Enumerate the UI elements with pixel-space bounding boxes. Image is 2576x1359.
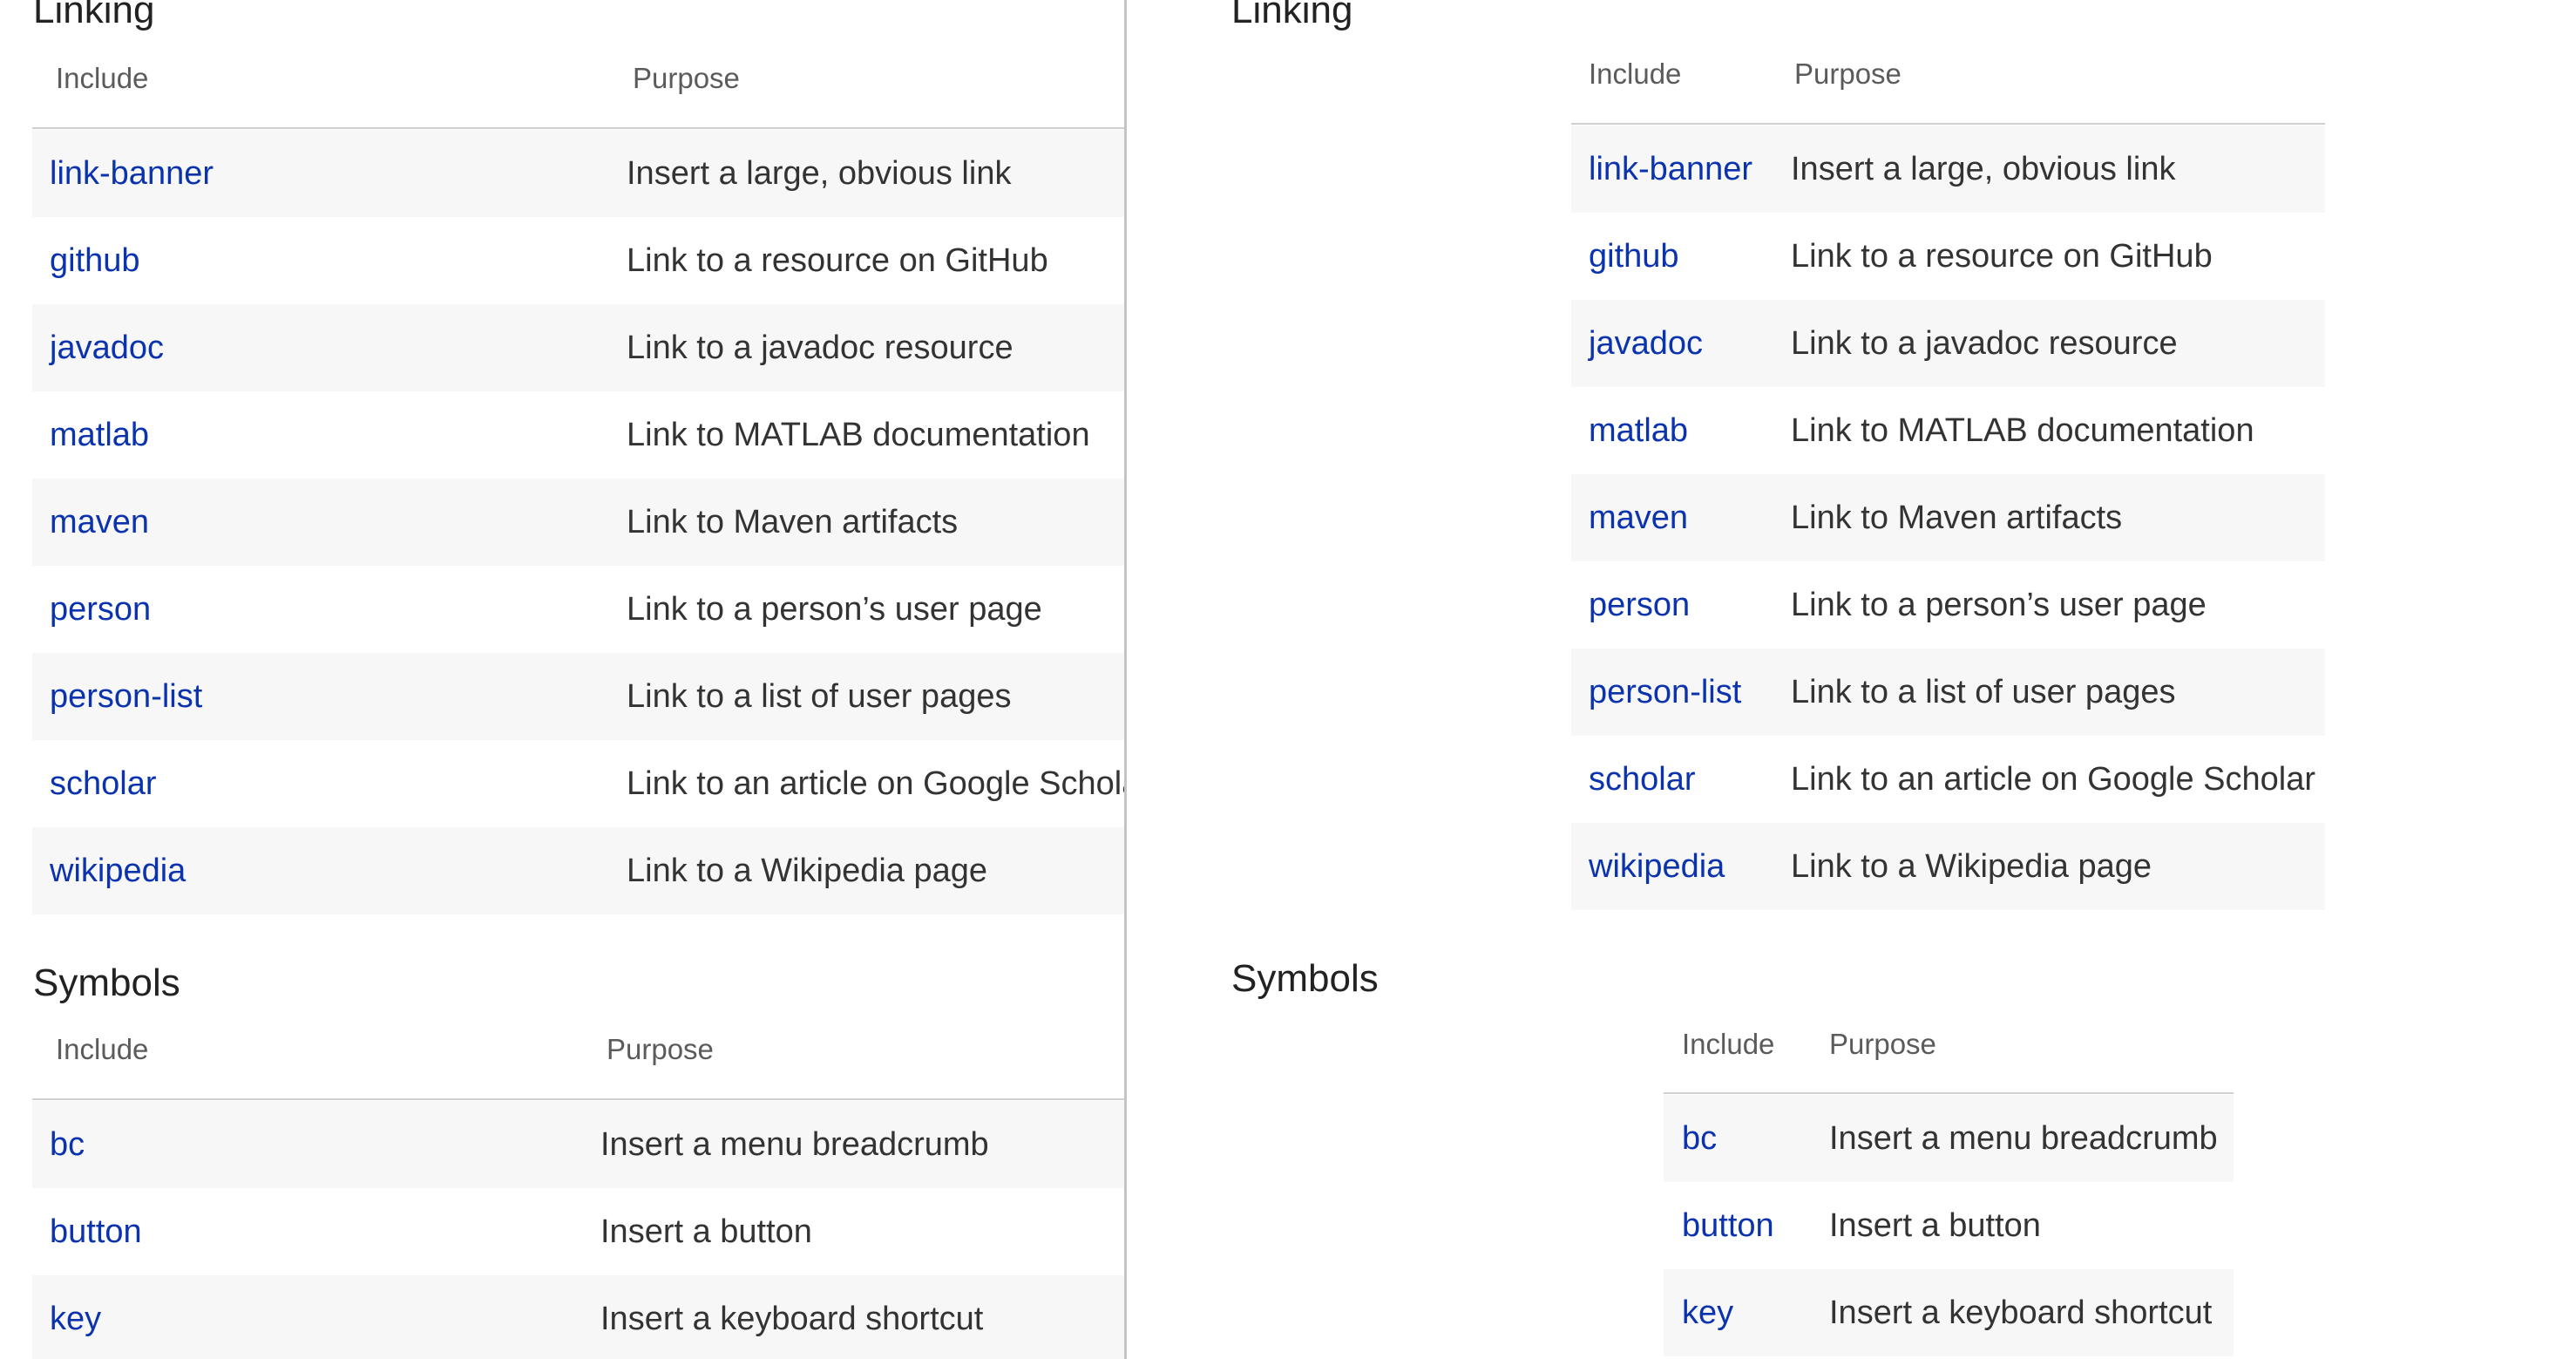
include-link[interactable]: matlab — [1589, 387, 1688, 474]
table-row: wikipedia Link to a Wikipedia page — [1571, 823, 2325, 910]
purpose-text: Insert a large, obvious link — [627, 155, 1012, 192]
include-link[interactable]: maven — [50, 479, 149, 566]
purpose-text: Link to a javadoc resource — [1791, 325, 2178, 362]
purpose-text: Link to a list of user pages — [1791, 674, 2176, 710]
table-row: maven Link to Maven artifacts — [32, 479, 1124, 566]
include-link[interactable]: key — [1682, 1269, 1733, 1356]
include-link[interactable]: key — [50, 1275, 101, 1359]
table-row: button Insert a button — [1664, 1182, 2234, 1269]
column-header-include: Include — [56, 1033, 149, 1065]
purpose-text: Link to a Wikipedia page — [1791, 848, 2152, 885]
column-header-purpose: Purpose — [1794, 58, 1901, 90]
table-row: javadoc Link to a javadoc resource — [1571, 300, 2325, 387]
symbols-heading: Symbols — [1231, 957, 1379, 1000]
include-link[interactable]: javadoc — [1589, 300, 1703, 387]
include-link[interactable]: person-list — [1589, 649, 1741, 736]
include-link[interactable]: github — [50, 217, 140, 304]
header-rule — [1571, 123, 2325, 125]
purpose-text: Link to an article on Google Scholar — [1791, 761, 2316, 798]
include-link[interactable]: wikipedia — [50, 827, 186, 914]
purpose-text: Link to a javadoc resource — [627, 330, 1013, 366]
purpose-text: Link to a resource on GitHub — [627, 242, 1048, 279]
table-row: wikipedia Link to a Wikipedia page — [32, 827, 1124, 914]
include-link[interactable]: button — [1682, 1182, 1774, 1269]
header-rule — [32, 127, 1124, 129]
header-rule — [32, 1098, 1124, 1100]
column-header-purpose: Purpose — [633, 62, 740, 94]
purpose-text: Link to Maven artifacts — [1791, 499, 2123, 536]
purpose-text: Link to MATLAB documentation — [627, 417, 1090, 453]
table-row: matlab Link to MATLAB documentation — [32, 391, 1124, 479]
include-link[interactable]: bc — [1682, 1095, 1717, 1182]
table-row: key Insert a keyboard shortcut — [1664, 1269, 2234, 1356]
table-row: person Link to a person’s user page — [32, 566, 1124, 653]
table-row: javadoc Link to a javadoc resource — [32, 304, 1124, 391]
column-header-purpose: Purpose — [1829, 1028, 1936, 1060]
right-pane: Linking Include Purpose link-banner Inser… — [1127, 0, 2576, 1359]
purpose-text: Link to a person’s user page — [1791, 587, 2207, 623]
table-row: github Link to a resource on GitHub — [32, 217, 1124, 304]
symbols-heading: Symbols — [33, 961, 180, 1004]
table-row: matlab Link to MATLAB documentation — [1571, 387, 2325, 474]
include-link[interactable]: link-banner — [1589, 126, 1752, 213]
include-link[interactable]: matlab — [50, 391, 149, 479]
include-link[interactable]: javadoc — [50, 304, 164, 391]
table-row: scholar Link to an article on Google Scho… — [1571, 736, 2325, 823]
include-link[interactable]: button — [50, 1188, 142, 1275]
table-row: key Insert a keyboard shortcut — [32, 1275, 1124, 1359]
include-link[interactable]: wikipedia — [1589, 823, 1725, 910]
include-link[interactable]: person-list — [50, 653, 202, 740]
column-header-include: Include — [56, 62, 149, 94]
table-row: link-banner Insert a large, obvious link — [32, 130, 1124, 217]
purpose-text: Link to a resource on GitHub — [1791, 238, 2213, 275]
header-rule — [1664, 1092, 2234, 1094]
purpose-text: Link to a list of user pages — [627, 678, 1012, 715]
purpose-text: Insert a keyboard shortcut — [600, 1301, 984, 1337]
table-row: github Link to a resource on GitHub — [1571, 213, 2325, 300]
include-link[interactable]: github — [1589, 213, 1679, 300]
purpose-text: Link to Maven artifacts — [627, 504, 959, 540]
purpose-text: Insert a large, obvious link — [1791, 151, 2176, 187]
purpose-text: Link to a Wikipedia page — [627, 853, 988, 889]
column-header-include: Include — [1589, 58, 1682, 90]
table-row: bc Insert a menu breadcrumb — [1664, 1095, 2234, 1182]
include-link[interactable]: person — [50, 566, 151, 653]
include-link[interactable]: bc — [50, 1101, 85, 1188]
include-link[interactable]: scholar — [1589, 736, 1696, 823]
include-link[interactable]: scholar — [50, 740, 157, 827]
include-link[interactable]: maven — [1589, 474, 1688, 561]
linking-heading: Linking — [1231, 0, 1353, 31]
purpose-text: Link to a person’s user page — [627, 591, 1042, 628]
table-row: person Link to a person’s user page — [1571, 561, 2325, 649]
column-header-include: Include — [1682, 1028, 1775, 1060]
purpose-text: Insert a menu breadcrumb — [600, 1126, 989, 1163]
table-row: bc Insert a menu breadcrumb — [32, 1101, 1124, 1188]
linking-heading: Linking — [33, 0, 155, 31]
table-row: person-list Link to a list of user pages — [32, 653, 1124, 740]
purpose-text: Insert a menu breadcrumb — [1829, 1120, 2218, 1157]
include-link[interactable]: person — [1589, 561, 1690, 649]
table-row: scholar Link to an article on Google Scho… — [32, 740, 1124, 827]
left-pane: Linking Include Purpose link-banner Inser… — [0, 0, 1124, 1359]
table-row: button Insert a button — [32, 1188, 1124, 1275]
purpose-text: Insert a keyboard shortcut — [1829, 1294, 2213, 1331]
purpose-text: Link to MATLAB documentation — [1791, 412, 2254, 449]
table-row: person-list Link to a list of user pages — [1571, 649, 2325, 736]
purpose-text: Link to an article on Google Scholar — [627, 765, 1124, 802]
column-header-purpose: Purpose — [607, 1033, 714, 1065]
table-row: maven Link to Maven artifacts — [1571, 474, 2325, 561]
purpose-text: Insert a button — [600, 1213, 812, 1250]
include-link[interactable]: link-banner — [50, 130, 214, 217]
table-row: link-banner Insert a large, obvious link — [1571, 126, 2325, 213]
purpose-text: Insert a button — [1829, 1207, 2041, 1244]
